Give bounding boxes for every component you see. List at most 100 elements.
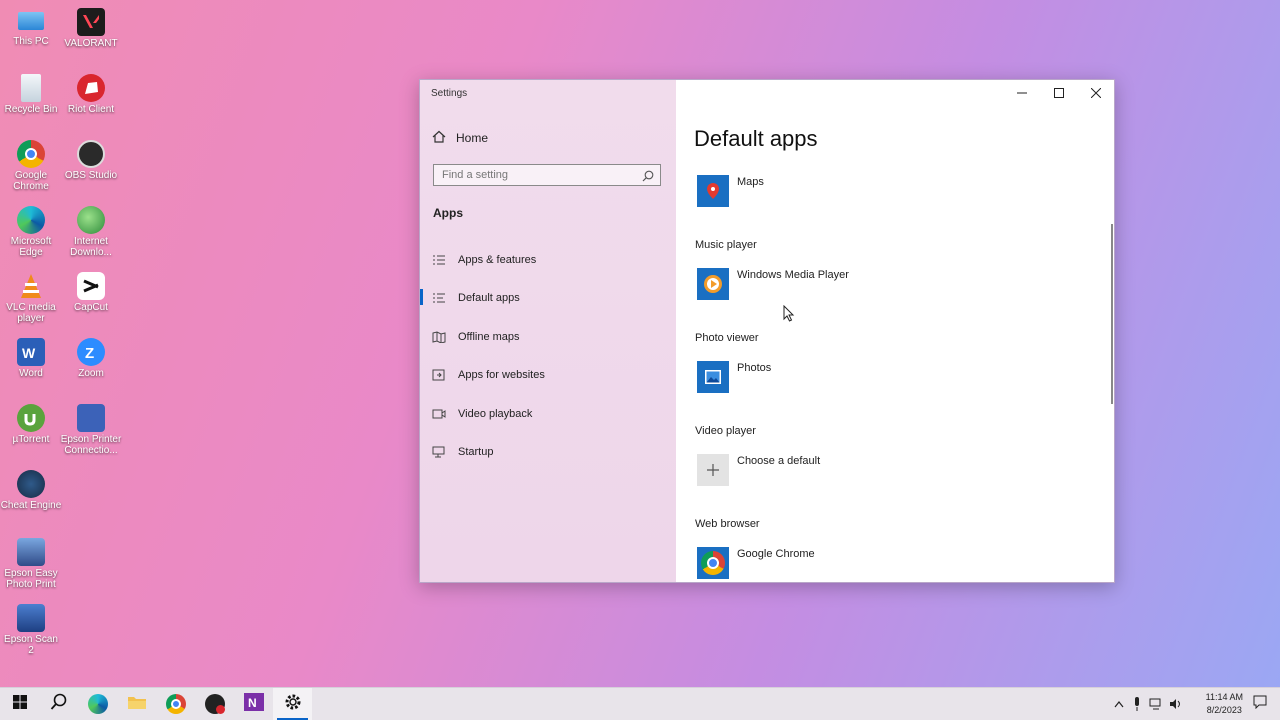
desktop-icon-riot-client[interactable]: Riot Client <box>60 74 122 115</box>
desktop-icon-label: Riot Client <box>67 104 115 115</box>
scrollbar[interactable] <box>1111 224 1113 404</box>
taskbar-search-button[interactable] <box>39 688 78 720</box>
windows-logo-icon <box>12 694 27 714</box>
riot-client-icon <box>77 74 105 102</box>
valorant-icon <box>77 8 105 36</box>
maps-icon <box>697 175 729 207</box>
epson-photo-icon <box>17 538 45 566</box>
svg-text:W: W <box>22 345 36 361</box>
taskbar-settings[interactable] <box>273 688 312 720</box>
search-icon[interactable] <box>642 169 654 182</box>
nav-item-apps-features[interactable]: Apps & features <box>432 248 662 272</box>
app-name: Choose a default <box>737 455 821 467</box>
desktop-icon-label: Word <box>19 368 43 379</box>
taskbar-file-explorer[interactable] <box>117 688 156 720</box>
nav-item-default-apps[interactable]: Default apps <box>432 286 662 310</box>
svg-text:N: N <box>248 696 257 710</box>
desktop-icon-valorant[interactable]: VALORANT <box>60 8 122 49</box>
music-player-label: Music player <box>695 239 757 251</box>
taskbar-clock[interactable]: 11:14 AM 8/2/2023 <box>1206 691 1243 717</box>
word-icon: W <box>17 338 45 366</box>
desktop-icon-epson-easy-photo-print[interactable]: Epson Easy Photo Print <box>0 538 62 590</box>
epson-scan-icon <box>17 604 45 632</box>
desktop-icon-this-pc[interactable]: This PC <box>0 8 62 47</box>
desktop-icon-cheat-engine[interactable]: Cheat Engine <box>0 470 62 511</box>
web-browser-label: Web browser <box>695 518 760 530</box>
desktop-icon-google-chrome[interactable]: Google Chrome <box>0 140 62 192</box>
nav-home[interactable]: Home <box>432 130 488 146</box>
video-icon <box>432 408 446 420</box>
start-button[interactable] <box>0 688 39 720</box>
maps-default-app[interactable]: Maps <box>697 175 764 207</box>
obs-icon <box>77 140 105 168</box>
taskbar: N 11:14 AM 8/2/2023 <box>0 687 1280 720</box>
window-title: Settings <box>431 88 468 99</box>
taskbar-chrome[interactable] <box>156 688 195 720</box>
edge-icon <box>17 206 45 234</box>
desktop-icon-label: Recycle Bin <box>4 104 58 115</box>
chrome-icon <box>165 694 186 714</box>
startup-icon <box>432 446 446 458</box>
desktop-icon-word[interactable]: W Word <box>0 338 62 379</box>
open-link-icon <box>432 369 446 381</box>
clock-date: 8/2/2023 <box>1206 705 1242 715</box>
desktop-icon-epson-printer-connection[interactable]: Epson Printer Connectio... <box>60 404 122 456</box>
nav-section-apps: Apps <box>433 206 463 220</box>
plus-icon <box>697 454 729 486</box>
notification-icon <box>1253 695 1267 714</box>
desktop-icon-label: Epson Scan 2 <box>4 634 58 656</box>
desktop-icon-label: Zoom <box>78 368 104 379</box>
list-icon <box>432 254 446 266</box>
desktop-icon-capcut[interactable]: CapCut <box>60 272 122 313</box>
desktop-icon-internet-download[interactable]: Internet Downlo... <box>60 206 122 258</box>
desktop-icon-recycle-bin[interactable]: Recycle Bin <box>0 74 62 115</box>
desktop-icon-epson-scan[interactable]: Epson Scan 2 <box>0 604 62 656</box>
nav-item-offline-maps[interactable]: Offline maps <box>432 325 662 349</box>
nav-item-label: Default apps <box>458 292 520 304</box>
cheat-engine-icon <box>17 470 45 498</box>
taskbar-onenote[interactable]: N <box>234 688 273 720</box>
app-name: Google Chrome <box>737 548 815 560</box>
taskbar-app[interactable] <box>195 688 234 720</box>
app-name: Photos <box>737 362 772 374</box>
recycle-bin-icon <box>21 74 41 102</box>
default-apps-icon <box>432 292 446 304</box>
nav-item-label: Startup <box>458 446 494 458</box>
edge-icon <box>87 694 108 714</box>
desktop-icon-microsoft-edge[interactable]: Microsoft Edge <box>0 206 62 258</box>
app-name: Windows Media Player <box>737 269 849 281</box>
microphone-icon[interactable] <box>1128 697 1146 711</box>
search-input[interactable] <box>434 165 640 185</box>
map-icon <box>432 331 446 343</box>
nav-item-apps-for-websites[interactable]: Apps for websites <box>432 363 662 387</box>
settings-content: Default apps Maps Music player Windows M… <box>676 80 1114 582</box>
settings-window: Settings Home Apps Apps & features Defau… <box>419 79 1115 583</box>
active-indicator <box>420 289 423 305</box>
find-setting-search[interactable] <box>433 164 661 186</box>
desktop-icon-utorrent[interactable]: µTorrent <box>0 404 62 445</box>
desktop-icon-label: Epson Printer Connectio... <box>60 434 122 456</box>
capcut-icon <box>77 272 105 300</box>
chevron-up-icon[interactable] <box>1110 700 1128 708</box>
video-player-choose[interactable]: Choose a default <box>697 454 820 486</box>
notification-button[interactable] <box>1240 688 1279 720</box>
nav-item-label: Video playback <box>458 408 533 420</box>
web-browser-app[interactable]: Google Chrome <box>697 547 815 579</box>
nav-item-label: Apps & features <box>458 254 537 266</box>
desktop-icon-label: Epson Easy Photo Print <box>4 568 58 590</box>
network-icon[interactable] <box>1146 698 1166 710</box>
nav-item-startup[interactable]: Startup <box>432 440 662 464</box>
photos-icon <box>697 361 729 393</box>
taskbar-edge[interactable] <box>78 688 117 720</box>
settings-nav-pane: Settings Home Apps Apps & features Defau… <box>420 80 676 582</box>
desktop-icon-zoom[interactable]: Z Zoom <box>60 338 122 379</box>
photo-viewer-app[interactable]: Photos <box>697 361 771 393</box>
desktop-icon-obs-studio[interactable]: OBS Studio <box>60 140 122 181</box>
volume-icon[interactable] <box>1166 698 1186 710</box>
desktop-icon-label: This PC <box>13 36 49 47</box>
desktop-icon-vlc[interactable]: VLC media player <box>0 272 62 324</box>
desktop-icon-label: VLC media player <box>6 302 56 324</box>
music-player-app[interactable]: Windows Media Player <box>697 268 849 300</box>
nav-item-video-playback[interactable]: Video playback <box>432 402 662 426</box>
idm-icon <box>77 206 105 234</box>
